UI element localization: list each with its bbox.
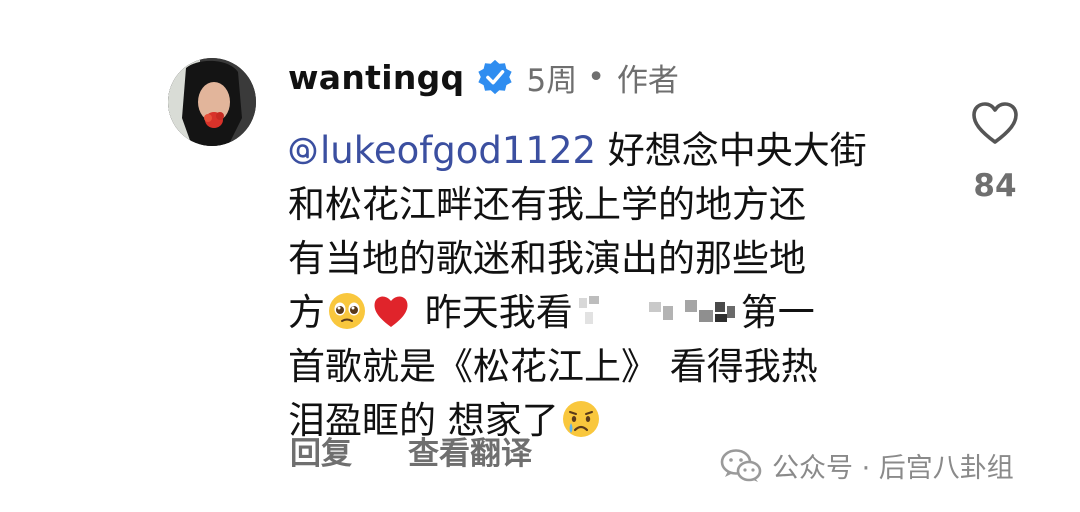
comment-line-4c: 第一	[740, 291, 815, 334]
mention-username: lukeofgod1122	[320, 129, 597, 172]
separator-dot: •	[587, 59, 605, 95]
mention-link[interactable]: lukeofgod1122	[288, 129, 596, 172]
comment-line-5: 首歌就是《松花江上》 看得我热	[288, 345, 818, 388]
comment-actions: 回复 查看翻译	[290, 428, 532, 473]
redacted-blur	[578, 296, 735, 324]
like-area: 84	[966, 100, 1024, 204]
wechat-icon	[720, 448, 762, 482]
comment-line-4a: 方	[288, 291, 325, 334]
author-tag: 作者	[616, 62, 679, 99]
threads-icon	[289, 137, 317, 165]
comment-text: lukeofgod1122 好想念中央大街 和松花江畔还有我上学的地方还 有当地…	[288, 124, 928, 448]
avatar-image	[168, 58, 256, 146]
comment-time: 5周	[526, 62, 578, 99]
comment-line-2: 和松花江畔还有我上学的地方还	[288, 183, 806, 226]
comment-line-1: 好想念中央大街	[596, 129, 867, 172]
comment-header: wantingq 5周 • 作者	[288, 52, 679, 102]
see-translation-button[interactable]: 查看翻译	[408, 428, 532, 473]
heart-outline-icon[interactable]	[970, 100, 1020, 146]
pleading-face-emoji	[329, 293, 365, 329]
avatar[interactable]	[168, 58, 256, 146]
verified-badge-icon	[478, 59, 513, 95]
watermark: 公众号 · 后宫八卦组	[720, 446, 1014, 485]
red-heart-emoji	[374, 296, 408, 327]
watermark-text: 公众号 · 后宫八卦组	[772, 453, 1014, 484]
crying-face-emoji	[562, 401, 599, 437]
like-count: 84	[973, 168, 1017, 204]
username[interactable]: wantingq	[288, 58, 464, 97]
comment-line-3: 有当地的歌迷和我演出的那些地	[288, 237, 806, 280]
reply-button[interactable]: 回复	[290, 428, 352, 473]
comment-line-4b: 昨天我看	[413, 291, 573, 334]
